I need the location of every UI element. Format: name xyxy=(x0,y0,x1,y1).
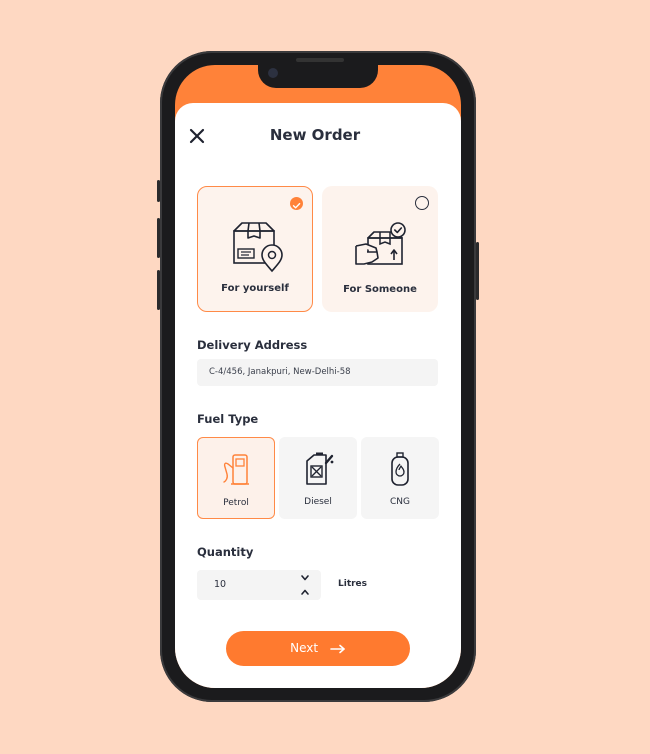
arrow-right-icon xyxy=(330,644,345,653)
quantity-stepper[interactable]: 10 xyxy=(197,570,321,600)
unchecked-radio-icon xyxy=(415,196,429,210)
delivery-address-heading: Delivery Address xyxy=(197,338,308,352)
phone-volume-up xyxy=(157,218,160,258)
gas-cylinder-icon xyxy=(391,452,409,486)
fuel-option-cng[interactable]: CNG xyxy=(361,437,439,519)
hand-package-icon xyxy=(355,222,406,265)
close-icon[interactable] xyxy=(188,127,206,145)
fuel-label: Petrol xyxy=(223,498,249,508)
front-camera xyxy=(268,68,278,78)
fuel-type-heading: Fuel Type xyxy=(197,412,259,426)
option-for-someone[interactable]: For Someone xyxy=(322,186,438,312)
package-location-icon xyxy=(233,222,283,273)
phone-side-button xyxy=(157,180,160,202)
checked-icon xyxy=(290,197,303,210)
fuel-label: CNG xyxy=(390,497,410,507)
next-button-label: Next xyxy=(290,641,319,655)
chevron-up-icon[interactable] xyxy=(299,587,311,597)
option-label: For Someone xyxy=(343,284,417,295)
page-title: New Order xyxy=(269,126,361,144)
phone-speaker xyxy=(296,58,344,62)
fuel-pump-icon xyxy=(223,454,249,485)
quantity-value: 10 xyxy=(214,579,227,590)
fuel-option-diesel[interactable]: Diesel xyxy=(279,437,357,519)
chevron-down-icon[interactable] xyxy=(299,573,311,583)
option-for-yourself[interactable]: For yourself xyxy=(197,186,313,312)
jerrycan-icon xyxy=(306,452,334,485)
phone-power-button xyxy=(476,242,479,300)
option-label: For yourself xyxy=(221,283,289,294)
quantity-heading: Quantity xyxy=(197,545,254,559)
fuel-option-petrol[interactable]: Petrol xyxy=(197,437,275,519)
phone-volume-down xyxy=(157,270,160,310)
next-button[interactable]: Next xyxy=(226,631,410,666)
delivery-address-field[interactable]: C-4/456, Janakpuri, New-Delhi-58 xyxy=(197,359,438,386)
fuel-label: Diesel xyxy=(304,497,332,507)
quantity-unit: Litres xyxy=(338,579,368,589)
